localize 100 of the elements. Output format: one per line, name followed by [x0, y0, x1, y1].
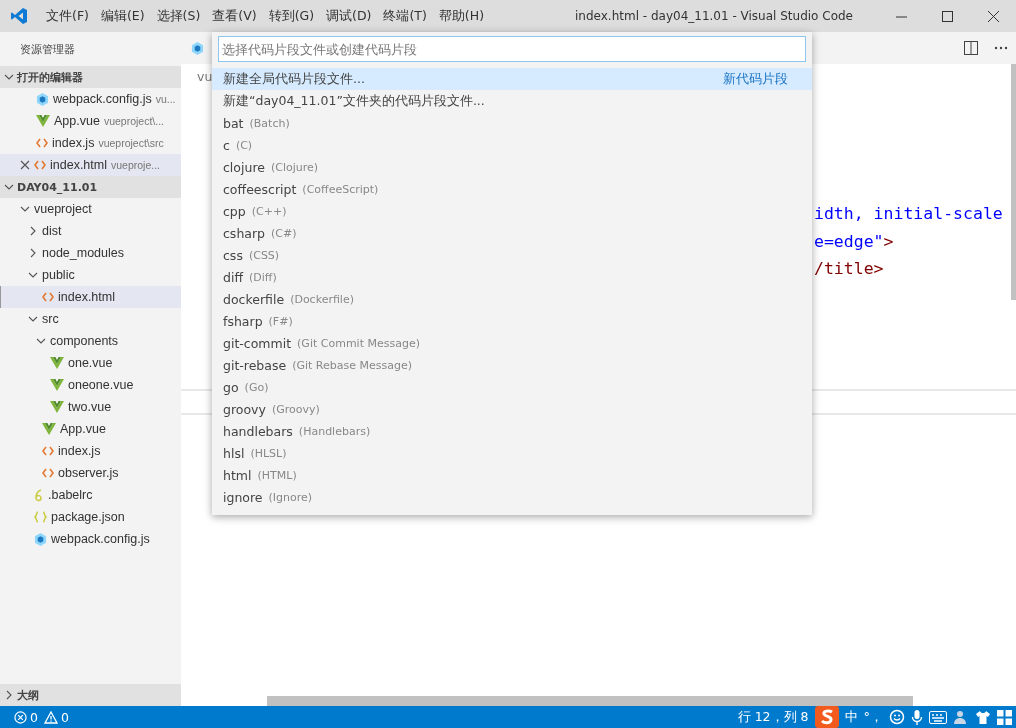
angle-brackets-icon: [42, 468, 54, 478]
file-item[interactable]: index.html: [0, 286, 181, 308]
quick-pick-item[interactable]: bat (Batch): [212, 112, 812, 134]
split-editor-icon: [964, 41, 978, 55]
quick-pick-item[interactable]: diff (Diff): [212, 266, 812, 288]
chevron-right-icon[interactable]: [4, 690, 14, 700]
cursor-position[interactable]: 行 12，列 8: [737, 708, 809, 726]
chevron-down-icon[interactable]: [20, 204, 30, 214]
quick-pick-item[interactable]: css (CSS): [212, 244, 812, 266]
shirt-icon[interactable]: [975, 709, 991, 725]
chevron-down-icon[interactable]: [28, 314, 38, 324]
microphone-icon[interactable]: [911, 708, 923, 726]
menu-item[interactable]: 文件(F): [40, 7, 95, 25]
angle-brackets-icon: [42, 292, 54, 302]
person-icon[interactable]: [953, 709, 969, 725]
close-icon[interactable]: [20, 160, 30, 170]
sidebar-title: 资源管理器: [19, 41, 76, 58]
quick-pick-item[interactable]: go (Go): [212, 376, 812, 398]
quick-pick-item[interactable]: hlsl (HLSL): [212, 442, 812, 464]
quick-pick-item[interactable]: git-rebase (Git Rebase Message): [212, 354, 812, 376]
file-item[interactable]: observer.js: [0, 462, 181, 484]
menu-item[interactable]: 编辑(E): [94, 7, 151, 25]
quick-pick-item[interactable]: csharp (C#): [212, 222, 812, 244]
quick-pick-item[interactable]: handlebars (Handlebars): [212, 420, 812, 442]
code-line: e=edge">: [814, 230, 895, 253]
chevron-down-icon[interactable]: [4, 182, 14, 192]
folder-item[interactable]: public: [0, 264, 181, 286]
maximize-icon: [941, 10, 953, 22]
smiley-icon[interactable]: [889, 709, 905, 725]
quick-pick-item[interactable]: clojure (Clojure): [212, 156, 812, 178]
chevron-right-icon[interactable]: [28, 226, 38, 236]
quick-pick-item[interactable]: html (HTML): [212, 464, 812, 486]
breadcrumb[interactable]: vu: [197, 68, 213, 84]
folder-item[interactable]: vueproject: [0, 198, 181, 220]
chevron-down-icon[interactable]: [4, 72, 14, 82]
quick-pick-item[interactable]: groovy (Groovy): [212, 398, 812, 420]
quick-pick-item[interactable]: ignore (Ignore): [212, 486, 812, 508]
menu-item[interactable]: 查看(V): [206, 7, 263, 25]
menu-item[interactable]: 转到(G): [262, 7, 321, 25]
ime-logo-icon[interactable]: [814, 706, 839, 728]
braces-icon: [34, 511, 47, 523]
vue-icon: [50, 401, 64, 413]
keyboard-icon[interactable]: [929, 710, 947, 724]
close-icon: [987, 10, 999, 22]
babel-icon: [34, 488, 44, 502]
file-item[interactable]: package.json: [0, 506, 181, 528]
vue-icon: [36, 115, 50, 127]
open-editor-item[interactable]: index.html vueproje...: [0, 154, 181, 176]
file-item[interactable]: two.vue: [0, 396, 181, 418]
angle-brackets-icon: [42, 446, 54, 456]
vue-icon: [50, 357, 64, 369]
quick-pick-item[interactable]: 新建全局代码片段文件... 新代码片段: [212, 68, 812, 90]
chevron-down-icon[interactable]: [36, 336, 46, 346]
scrollbar[interactable]: [267, 696, 913, 706]
chevron-down-icon[interactable]: [28, 270, 38, 280]
menu-item[interactable]: 调试(D): [320, 7, 378, 25]
vue-icon: [50, 379, 64, 391]
open-editor-item[interactable]: webpack.config.js vu...: [0, 88, 181, 110]
cube-icon: [34, 532, 47, 546]
quick-pick-item[interactable]: coffeescript (CoffeeScript): [212, 178, 812, 200]
section-header[interactable]: 打开的编辑器: [0, 66, 181, 88]
quick-pick-item[interactable]: 新建“day04_11.01”文件夹的代码片段文件...: [212, 90, 812, 112]
section-header[interactable]: DAY04_11.01: [0, 176, 181, 198]
grid-icon[interactable]: [997, 709, 1012, 725]
file-item[interactable]: App.vue: [0, 418, 181, 440]
code-line: /title>: [814, 258, 885, 280]
ime-mode[interactable]: 中: [844, 708, 858, 726]
quick-pick-item[interactable]: dockerfile (Dockerfile): [212, 288, 812, 310]
cube-icon: [36, 92, 49, 106]
quick-pick-item[interactable]: git-commit (Git Commit Message): [212, 332, 812, 354]
folder-item[interactable]: node_modules: [0, 242, 181, 264]
vue-icon: [42, 423, 56, 435]
folder-item[interactable]: src: [0, 308, 181, 330]
errors-indicator[interactable]: 0: [14, 709, 38, 725]
scrollbar[interactable]: [1011, 64, 1016, 300]
open-editor-item[interactable]: App.vue vueproject\...: [0, 110, 181, 132]
menu-item[interactable]: 帮助(H): [432, 7, 490, 25]
app-logo-icon: [10, 7, 28, 25]
folder-item[interactable]: components: [0, 330, 181, 352]
menu-item[interactable]: 选择(S): [150, 7, 207, 25]
menu-item[interactable]: 终端(T): [377, 7, 433, 25]
file-item[interactable]: .babelrc: [0, 484, 181, 506]
angle-brackets-icon: [36, 138, 48, 148]
folder-item[interactable]: dist: [0, 220, 181, 242]
quick-pick-item[interactable]: cpp (C++): [212, 200, 812, 222]
open-editor-item[interactable]: index.js vueproject\src: [0, 132, 181, 154]
more-icon: [994, 46, 1008, 50]
search-field[interactable]: 选择代码片段文件或创建代码片段: [218, 36, 806, 62]
quick-pick-item[interactable]: c (C): [212, 134, 812, 156]
file-item[interactable]: oneone.vue: [0, 374, 181, 396]
quick-pick-item[interactable]: fsharp (F#): [212, 310, 812, 332]
section-header[interactable]: 大纲: [0, 684, 181, 706]
chevron-right-icon[interactable]: [28, 248, 38, 258]
file-item[interactable]: webpack.config.js: [0, 528, 181, 550]
angle-brackets-icon: [34, 160, 46, 170]
window-title: index.html - day04_11.01 - Visual Studio Code: [574, 9, 854, 23]
code-line: idth, initial-scale: [814, 203, 1004, 225]
ime-punctuation[interactable]: °，: [863, 708, 883, 726]
file-item[interactable]: one.vue: [0, 352, 181, 374]
file-item[interactable]: index.js: [0, 440, 181, 462]
